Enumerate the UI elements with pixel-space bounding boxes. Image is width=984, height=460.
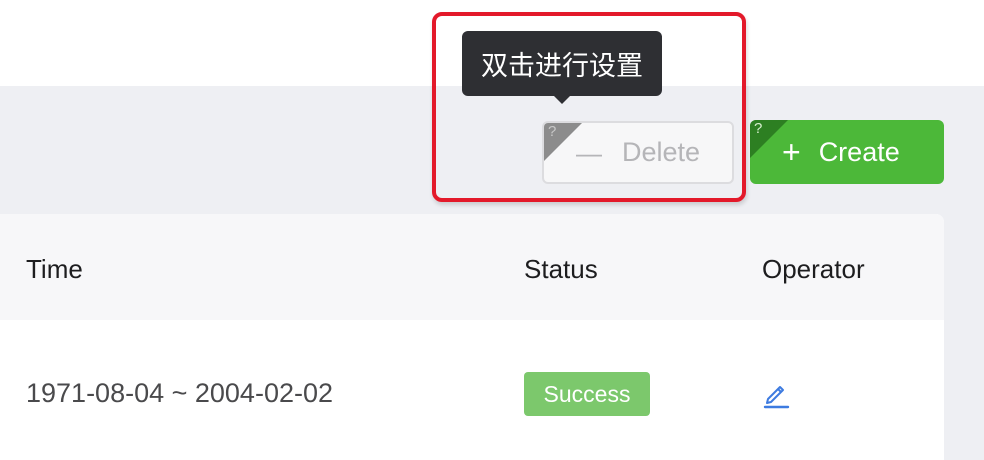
create-button[interactable]: ? + Create xyxy=(750,120,944,184)
highlight-annotation-box xyxy=(432,12,746,202)
column-header-status[interactable]: Status xyxy=(524,254,598,285)
row-time-range: 1971-08-04 ~ 2004-02-02 xyxy=(26,378,333,408)
create-button-label: Create xyxy=(818,136,900,167)
table-header: Time Status Operator xyxy=(0,214,944,320)
page: ? — Delete ? + Create 双击进行设置 Time Status… xyxy=(0,0,984,460)
help-corner-marker[interactable]: ? xyxy=(750,120,788,158)
data-table: Time Status Operator 1971-08-04 ~ 2004-0… xyxy=(0,214,944,460)
status-badge: Success xyxy=(524,372,650,416)
column-header-operator[interactable]: Operator xyxy=(762,254,865,285)
help-mark: ? xyxy=(754,120,763,137)
edit-icon[interactable] xyxy=(762,379,790,414)
column-header-time[interactable]: Time xyxy=(26,254,83,285)
